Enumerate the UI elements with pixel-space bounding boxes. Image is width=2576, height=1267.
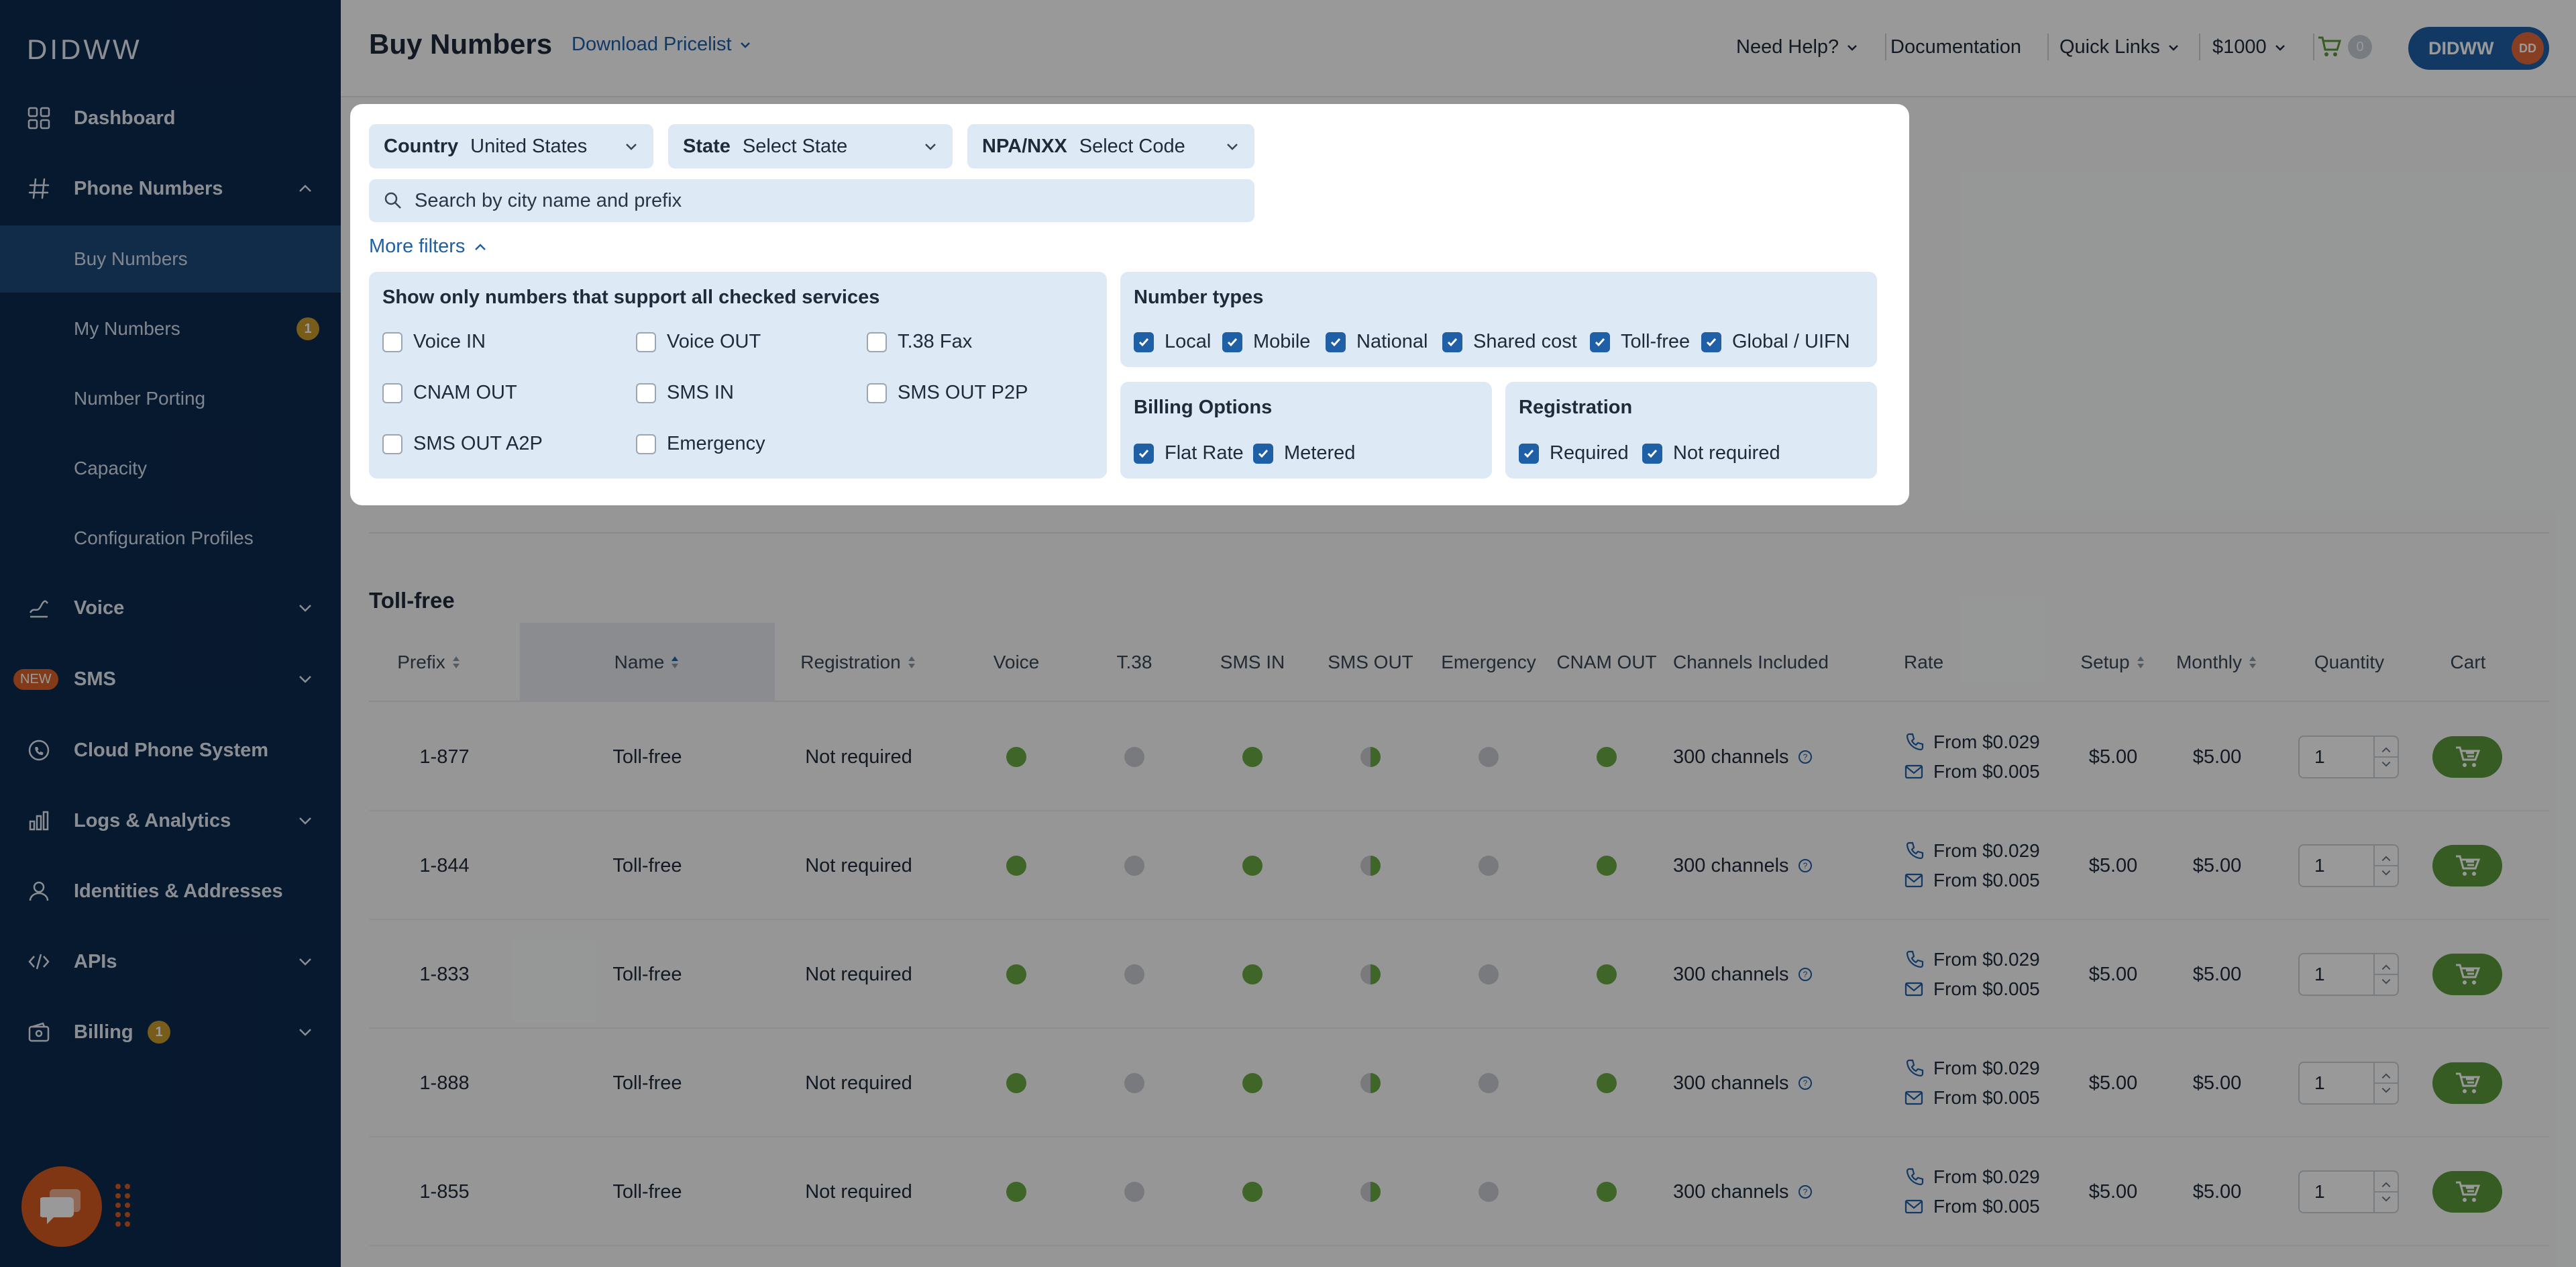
filters-panel: Country United States State Select State… <box>350 104 1909 505</box>
checkbox-label: CNAM OUT <box>413 382 517 403</box>
checkbox-local[interactable]: Local <box>1134 331 1211 353</box>
billing-options-title: Billing Options <box>1134 397 1273 418</box>
checkbox-emergency[interactable]: Emergency <box>636 433 765 455</box>
search-icon <box>384 192 401 209</box>
checkbox[interactable] <box>382 434 402 454</box>
checkbox-national[interactable]: National <box>1326 331 1428 353</box>
checkbox-voice-in[interactable]: Voice IN <box>382 331 486 353</box>
checkbox-label: Emergency <box>667 433 765 454</box>
more-filters-label: More filters <box>369 236 466 257</box>
checkbox-sms-out-a2p[interactable]: SMS OUT A2P <box>382 433 543 455</box>
checkbox[interactable] <box>636 332 656 352</box>
country-label: Country <box>384 135 459 157</box>
checkbox-checked[interactable] <box>1253 443 1273 464</box>
checkbox-checked[interactable] <box>1519 443 1539 464</box>
checkbox[interactable] <box>867 383 887 403</box>
checkbox[interactable] <box>636 383 656 403</box>
checkbox-checked[interactable] <box>1134 332 1154 352</box>
checkbox-label: Voice IN <box>413 331 486 352</box>
check-icon <box>1523 449 1534 458</box>
checkbox-checked[interactable] <box>1590 332 1610 352</box>
checkbox-sms-out-p2p[interactable]: SMS OUT P2P <box>867 382 1028 404</box>
chevron-down-icon <box>626 144 637 150</box>
chevron-up-icon <box>475 243 486 250</box>
country-select[interactable]: Country United States <box>369 124 653 168</box>
checkbox-shared-cost[interactable]: Shared cost <box>1442 331 1577 353</box>
state-value: Select State <box>742 135 848 157</box>
checkbox-global-uifn[interactable]: Global / UIFN <box>1701 331 1850 353</box>
services-title: Show only numbers that support all check… <box>382 287 880 308</box>
check-icon <box>1647 449 1658 458</box>
checkbox-label: Flat Rate <box>1165 442 1244 464</box>
checkbox-toll-free[interactable]: Toll-free <box>1590 331 1690 353</box>
checkbox-label: Voice OUT <box>667 331 761 352</box>
checkbox-label: T.38 Fax <box>898 331 973 352</box>
check-icon <box>1447 338 1458 346</box>
checkbox-checked[interactable] <box>1222 332 1242 352</box>
checkbox[interactable] <box>867 332 887 352</box>
checkbox-label: Mobile <box>1253 331 1311 352</box>
checkbox-label: Global / UIFN <box>1732 331 1850 352</box>
npa-nxx-select[interactable]: NPA/NXX Select Code <box>967 124 1254 168</box>
number-types-title: Number types <box>1134 287 1264 308</box>
checkbox-checked[interactable] <box>1326 332 1346 352</box>
checkbox-checked[interactable] <box>1134 443 1154 464</box>
checkbox-metered[interactable]: Metered <box>1253 442 1355 464</box>
checkbox-label: Not required <box>1673 442 1780 464</box>
services-filter-box: Show only numbers that support all check… <box>369 272 1107 478</box>
search-placeholder: Search by city name and prefix <box>415 189 682 211</box>
billing-options-box: Billing Options Flat Rate Metered <box>1120 382 1492 478</box>
checkbox-checked[interactable] <box>1701 332 1721 352</box>
npa-label: NPA/NXX <box>982 135 1067 157</box>
checkbox-label: Required <box>1550 442 1629 464</box>
checkbox-label: Local <box>1165 331 1212 352</box>
checkbox-label: Metered <box>1284 442 1356 464</box>
number-types-box: Number types Local Mobile National Share… <box>1120 272 1877 367</box>
checkbox-label: Toll-free <box>1621 331 1690 352</box>
checkbox-label: SMS IN <box>667 382 734 403</box>
checkbox-sms-in[interactable]: SMS IN <box>636 382 734 404</box>
check-icon <box>1138 338 1149 346</box>
checkbox-flat-rate[interactable]: Flat Rate <box>1134 442 1244 464</box>
checkbox-voice-out[interactable]: Voice OUT <box>636 331 761 353</box>
state-select[interactable]: State Select State <box>668 124 953 168</box>
checkbox[interactable] <box>636 434 656 454</box>
more-filters-toggle[interactable]: More filters <box>369 236 488 258</box>
checkbox-label: SMS OUT P2P <box>898 382 1028 403</box>
registration-title: Registration <box>1519 397 1633 418</box>
checkbox-checked[interactable] <box>1642 443 1662 464</box>
check-icon <box>1138 449 1149 458</box>
checkbox-label: National <box>1356 331 1428 352</box>
state-label: State <box>683 135 731 157</box>
checkbox-checked[interactable] <box>1442 332 1462 352</box>
check-icon <box>1227 338 1238 346</box>
checkbox-cnam-out[interactable]: CNAM OUT <box>382 382 517 404</box>
checkbox-not-required[interactable]: Not required <box>1642 442 1780 464</box>
checkbox-mobile[interactable]: Mobile <box>1222 331 1310 353</box>
check-icon <box>1706 338 1717 346</box>
npa-value: Select Code <box>1079 135 1185 157</box>
country-value: United States <box>470 135 588 157</box>
registration-box: Registration Required Not required <box>1505 382 1877 478</box>
chevron-down-icon <box>1227 144 1238 150</box>
checkbox-label: SMS OUT A2P <box>413 433 543 454</box>
checkbox[interactable] <box>382 383 402 403</box>
check-icon <box>1595 338 1605 346</box>
checkbox-label: Shared cost <box>1473 331 1577 352</box>
search-input[interactable]: Search by city name and prefix <box>369 179 1254 222</box>
checkbox-required[interactable]: Required <box>1519 442 1629 464</box>
check-icon <box>1258 449 1269 458</box>
check-icon <box>1330 338 1341 346</box>
checkbox[interactable] <box>382 332 402 352</box>
checkbox-t38-fax[interactable]: T.38 Fax <box>867 331 972 353</box>
chevron-down-icon <box>925 144 936 150</box>
